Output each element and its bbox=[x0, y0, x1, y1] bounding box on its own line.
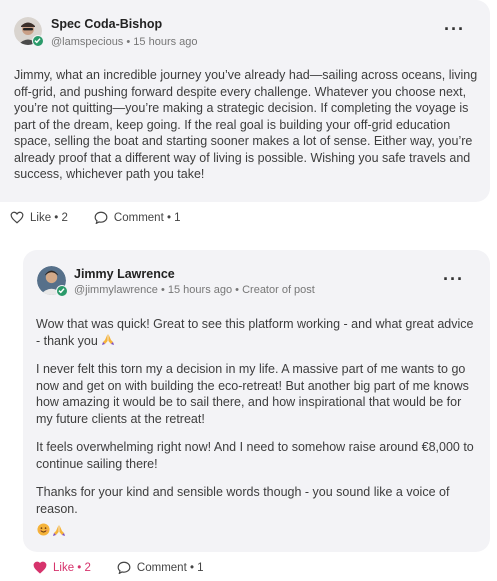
like-label: Like • 2 bbox=[53, 561, 91, 574]
avatar[interactable] bbox=[14, 17, 44, 47]
reply-paragraph: It feels overwhelming right now! And I n… bbox=[36, 440, 474, 471]
creator-tag: Creator of post bbox=[242, 284, 315, 296]
more-options-icon[interactable]: ··· bbox=[444, 20, 465, 38]
reply-paragraph: I never felt this torn my a decision in … bbox=[36, 362, 469, 426]
reply-actions: Like • 2 Comment • 1 bbox=[33, 561, 204, 574]
author-handle[interactable]: @lamspecious bbox=[51, 36, 123, 48]
comment-label: Comment • 1 bbox=[136, 561, 204, 574]
pray-hands-emoji bbox=[52, 523, 66, 541]
author-handle[interactable]: @jimmylawrence bbox=[74, 284, 158, 296]
smile-emoji bbox=[37, 523, 50, 541]
author-name[interactable]: Jimmy Lawrence bbox=[74, 267, 175, 281]
reply-paragraph: Wow that was quick! Great to see this pl… bbox=[36, 317, 474, 350]
reply-body: Wow that was quick! Great to see this pl… bbox=[36, 316, 481, 529]
author-name[interactable]: Spec Coda-Bishop bbox=[51, 17, 162, 31]
verified-badge-icon bbox=[32, 35, 44, 47]
heart-icon bbox=[33, 561, 47, 574]
post-actions: Like • 2 Comment • 1 bbox=[10, 211, 181, 224]
post-time: 15 hours ago bbox=[133, 36, 198, 48]
reply-meta: @jimmylawrence • 15 hours ago • Creator … bbox=[74, 284, 315, 296]
comment-icon bbox=[117, 561, 131, 574]
comment-button[interactable]: Comment • 1 bbox=[94, 211, 181, 224]
heart-icon bbox=[10, 211, 24, 224]
reply-paragraph: Thanks for your kind and sensible words … bbox=[36, 485, 450, 516]
like-button[interactable]: Like • 2 bbox=[10, 211, 68, 224]
avatar[interactable] bbox=[37, 266, 68, 297]
like-button[interactable]: Like • 2 bbox=[33, 561, 91, 574]
post-card: Spec Coda-Bishop @lamspecious • 15 hours… bbox=[0, 0, 490, 202]
comment-icon bbox=[94, 211, 108, 224]
like-label: Like • 2 bbox=[30, 211, 68, 224]
comment-button[interactable]: Comment • 1 bbox=[117, 561, 204, 574]
reaction-summary[interactable] bbox=[37, 523, 66, 541]
pray-hands-emoji bbox=[101, 333, 115, 350]
reply-card: Jimmy Lawrence @jimmylawrence • 15 hours… bbox=[23, 250, 490, 552]
reply-time: 15 hours ago bbox=[167, 284, 233, 296]
comment-label: Comment • 1 bbox=[113, 211, 181, 224]
post-body: Jimmy, what an incredible journey you’ve… bbox=[14, 68, 478, 181]
verified-badge-icon bbox=[56, 285, 68, 297]
post-meta: @lamspecious • 15 hours ago bbox=[51, 36, 198, 48]
more-options-icon[interactable]: ··· bbox=[443, 270, 464, 288]
